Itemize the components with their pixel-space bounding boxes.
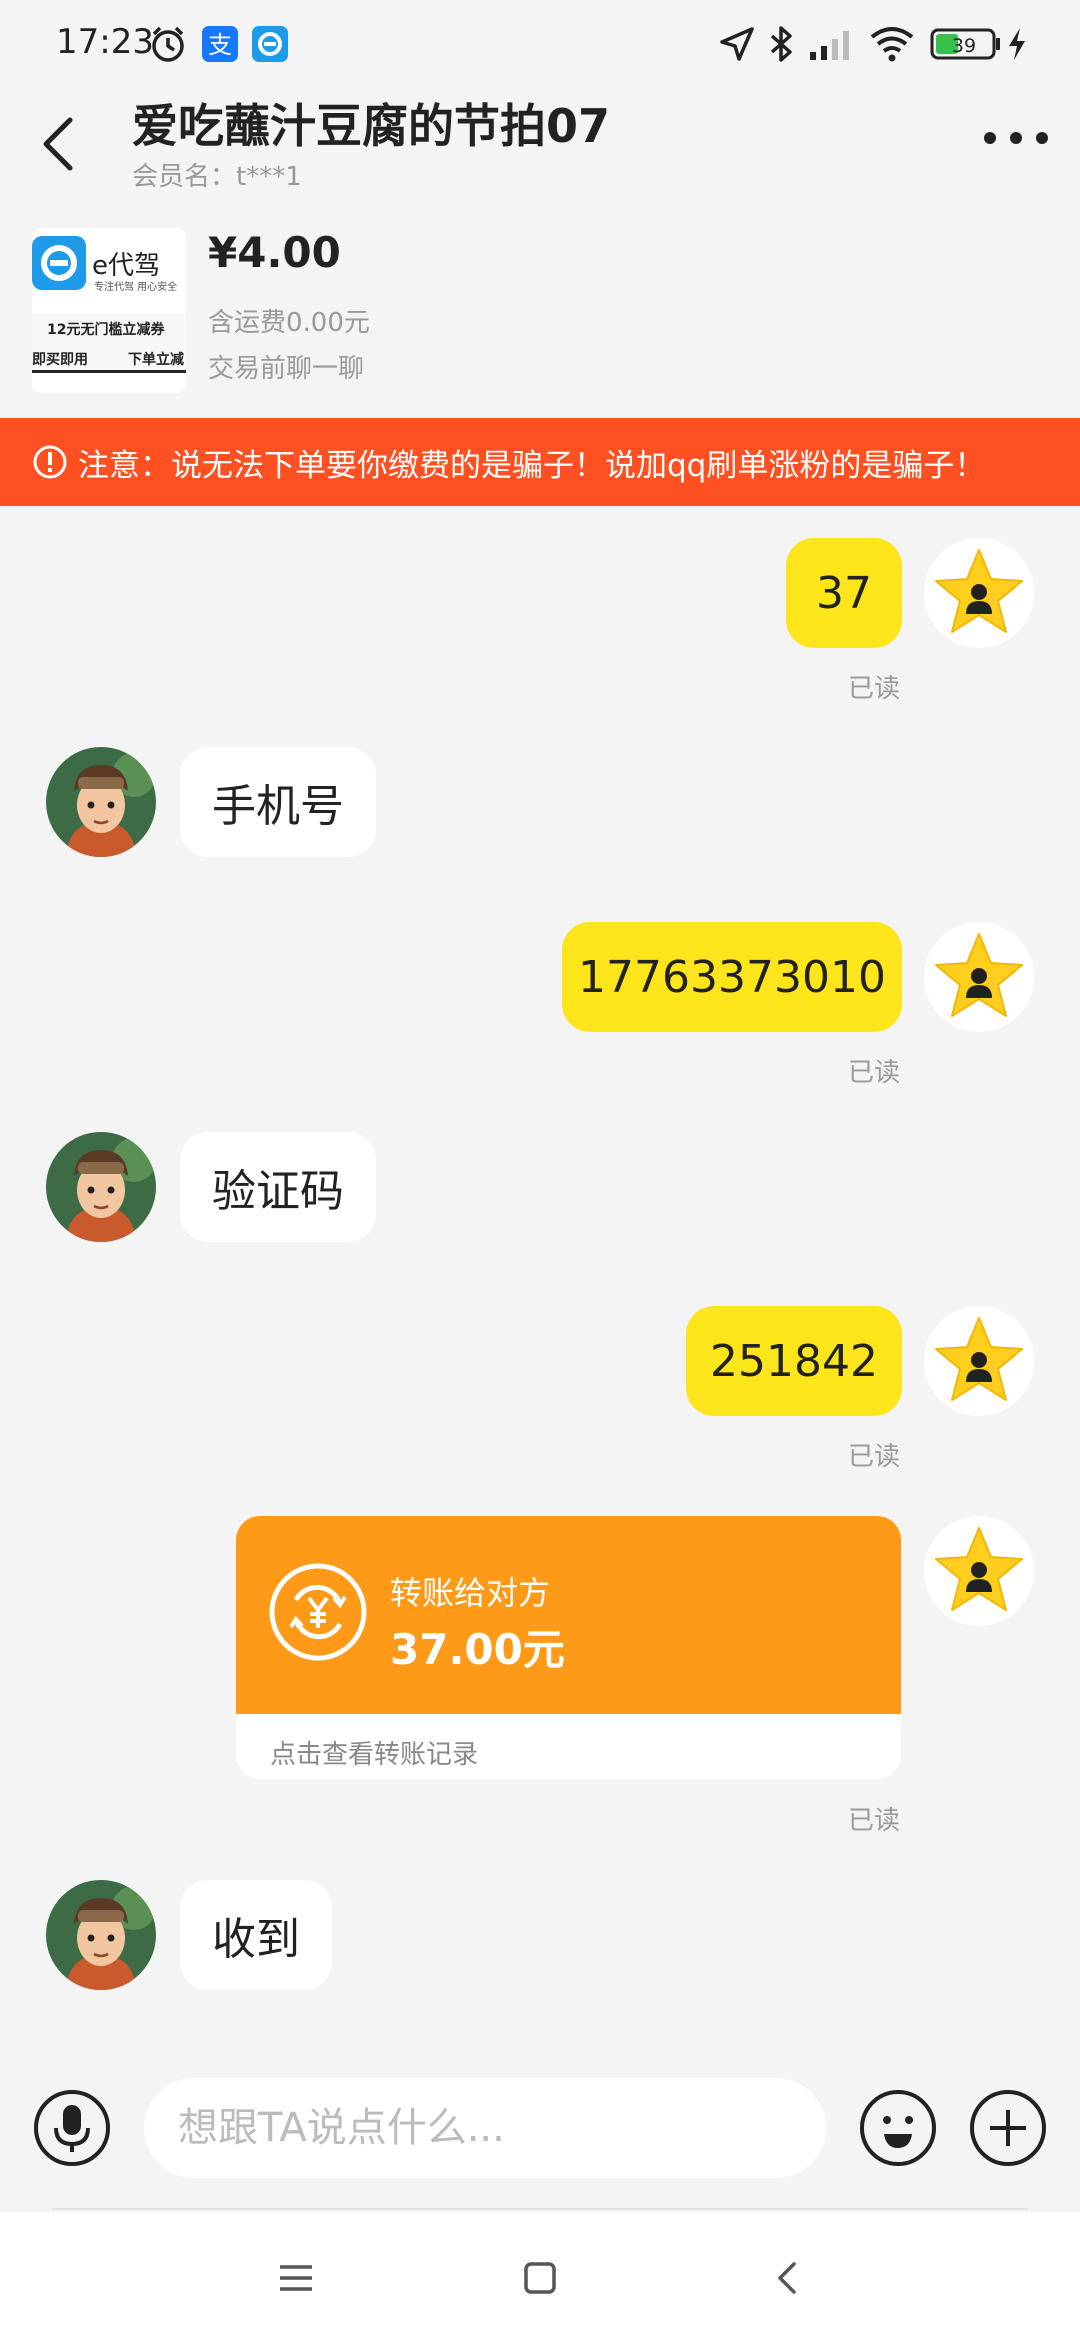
- product-shipping: 含运费0.00元: [208, 308, 370, 338]
- message-bubble-self[interactable]: 17763373010: [562, 922, 902, 1032]
- transfer-yuan-icon: [269, 1563, 367, 1661]
- star-avatar-icon: [935, 1527, 1023, 1611]
- chat-title: 爱吃蘸汁豆腐的节拍07: [132, 99, 611, 153]
- system-nav-bar: [0, 2212, 1080, 2340]
- nav-back-icon: [778, 2262, 796, 2294]
- member-name: 会员名：t***1: [132, 162, 302, 192]
- more-button[interactable]: [980, 118, 1052, 158]
- signal-icon: [808, 22, 856, 66]
- smiley-icon: [860, 2090, 936, 2166]
- status-time: 17:23: [56, 22, 154, 62]
- star-avatar-icon: [935, 549, 1023, 633]
- cartoon-boy-avatar-icon: [46, 1880, 156, 1990]
- star-avatar-icon: [935, 1317, 1023, 1401]
- chat-input-bar: [0, 2060, 1080, 2208]
- self-avatar[interactable]: [924, 1306, 1034, 1416]
- product-price: ¥4.00: [208, 228, 341, 277]
- transfer-title: 转账给对方: [390, 1574, 551, 1612]
- svg-text:支: 支: [208, 31, 232, 59]
- warning-text: 注意：说无法下单要你缴费的是骗子！说加qq刷单涨粉的是骗子！: [78, 447, 986, 484]
- back-button[interactable]: [30, 98, 90, 188]
- alipay-icon: 支: [202, 22, 238, 66]
- scam-warning-banner: 注意：说无法下单要你缴费的是骗子！说加qq刷单涨粉的是骗子！: [0, 418, 1080, 506]
- transfer-card-top: 转账给对方 37.00元: [236, 1516, 901, 1714]
- cartoon-boy-avatar-icon: [46, 747, 156, 857]
- chat-header: 爱吃蘸汁豆腐的节拍07 会员名：t***1: [0, 90, 1080, 200]
- battery-level: 39: [952, 35, 976, 57]
- read-status: 已读: [848, 1806, 901, 1836]
- wifi-icon: [868, 22, 916, 66]
- home-square-icon: [524, 2262, 556, 2294]
- other-avatar[interactable]: [46, 1880, 156, 1990]
- nav-menu-button[interactable]: [266, 2248, 326, 2308]
- thumb-right: 下单立减: [128, 351, 184, 368]
- read-status: 已读: [848, 1442, 901, 1472]
- more-dots-icon: [984, 132, 1048, 144]
- menu-icon: [280, 2265, 312, 2291]
- self-avatar[interactable]: [924, 1516, 1034, 1626]
- bluetooth-icon: [766, 22, 796, 66]
- voice-button[interactable]: [32, 2088, 112, 2168]
- add-button[interactable]: [968, 2088, 1048, 2168]
- bottom-divider: [52, 2208, 1028, 2210]
- star-avatar-icon: [935, 933, 1023, 1017]
- status-bar: 17:23 支 39: [0, 0, 1080, 90]
- thumb-tagline: 专注代驾 用心安全: [94, 280, 177, 293]
- product-thumbnail[interactable]: e代驾 专注代驾 用心安全 12元无门槛立减券 即买即用 下单立减: [32, 228, 186, 393]
- battery-icon: 39: [930, 22, 1002, 66]
- nav-back-button[interactable]: [758, 2248, 818, 2308]
- message-input[interactable]: [144, 2078, 826, 2178]
- cartoon-boy-avatar-icon: [46, 1132, 156, 1242]
- self-avatar[interactable]: [924, 922, 1034, 1032]
- nav-home-button[interactable]: [510, 2248, 570, 2308]
- location-icon: [718, 22, 756, 66]
- charging-icon: [1006, 22, 1028, 66]
- other-avatar[interactable]: [46, 747, 156, 857]
- microphone-icon: [34, 2090, 110, 2166]
- self-avatar[interactable]: [924, 538, 1034, 648]
- message-bubble-other[interactable]: 手机号: [180, 747, 376, 857]
- emoji-button[interactable]: [858, 2088, 938, 2168]
- thumb-left: 即买即用: [32, 352, 88, 368]
- product-card[interactable]: e代驾 专注代驾 用心安全 12元无门槛立减券 即买即用 下单立减 ¥4.00 …: [0, 210, 1080, 415]
- thumb-brand: e代驾: [92, 251, 160, 281]
- message-bubble-other[interactable]: 收到: [180, 1880, 332, 1990]
- message-bubble-self[interactable]: 251842: [686, 1306, 902, 1416]
- warning-icon: [33, 445, 67, 479]
- message-bubble-self[interactable]: 37: [786, 538, 902, 648]
- product-hint: 交易前聊一聊: [208, 354, 365, 384]
- transfer-amount: 37.00元: [390, 1625, 565, 1674]
- edaijia-status-icon: [252, 22, 288, 66]
- read-status: 已读: [848, 1058, 901, 1088]
- back-arrow-icon: [43, 117, 73, 171]
- thumb-coupon: 12元无门槛立减券: [47, 321, 165, 338]
- plus-icon: [970, 2090, 1046, 2166]
- other-avatar[interactable]: [46, 1132, 156, 1242]
- read-status: 已读: [848, 674, 901, 704]
- alarm-icon: [148, 22, 188, 66]
- message-bubble-other[interactable]: 验证码: [180, 1132, 376, 1242]
- transfer-record-link[interactable]: 点击查看转账记录: [270, 1734, 478, 1771]
- transfer-card[interactable]: 转账给对方 37.00元 点击查看转账记录: [236, 1516, 901, 1779]
